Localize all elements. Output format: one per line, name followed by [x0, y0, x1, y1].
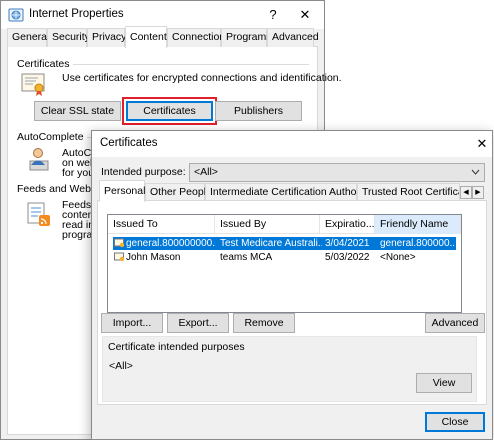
autocomplete-line-2: on web: [62, 158, 92, 168]
column-expiration[interactable]: Expiratio...: [320, 215, 375, 234]
autocomplete-group-label: AutoComplete: [17, 131, 87, 143]
table-row[interactable]: general.800000000... Test Medicare Austr…: [113, 237, 456, 250]
cell-expiration: 5/03/2022: [325, 252, 370, 263]
cell-issued-to: general.800000000...: [126, 238, 216, 249]
intended-purpose-label: Intended purpose:: [101, 166, 186, 178]
tab-connections[interactable]: Connections: [167, 28, 230, 47]
autocomplete-line-3: for you: [62, 168, 92, 178]
cell-expiration: 3/04/2021: [325, 238, 370, 249]
tab-security[interactable]: Security: [47, 28, 90, 47]
tab-content[interactable]: Content: [125, 26, 167, 48]
feeds-rss-icon: [27, 202, 50, 226]
intended-purposes-group: Certificate intended purposes <All> View: [102, 336, 477, 402]
view-button[interactable]: View: [416, 373, 472, 393]
remove-button[interactable]: Remove: [233, 313, 295, 333]
tab-advanced[interactable]: Advanced: [267, 28, 319, 47]
certificates-dialog: Certificates ✕ Intended purpose: <All> P…: [91, 130, 493, 440]
certificates-description: Use certificates for encrypted connectio…: [62, 72, 342, 84]
advanced-button[interactable]: Advanced: [425, 313, 485, 333]
intended-purpose-dropdown[interactable]: <All>: [189, 163, 485, 182]
cell-issued-by: Test Medicare Australi...: [220, 238, 322, 249]
cell-friendly-name: general.800000...: [380, 238, 454, 249]
tab-scroll-left-icon[interactable]: ◀: [460, 186, 472, 199]
publishers-button[interactable]: Publishers: [215, 101, 302, 121]
certificate-list-header: Issued To Issued By Expiratio... Friendl…: [108, 215, 461, 234]
feeds-line-3: read in: [62, 220, 92, 230]
clear-ssl-state-button[interactable]: Clear SSL state: [34, 101, 121, 121]
feeds-line-4: progra: [62, 230, 92, 240]
tab-programs[interactable]: Programs: [221, 28, 272, 47]
help-button[interactable]: ?: [261, 4, 285, 26]
certificates-group-label: Certificates: [17, 58, 73, 70]
tab-scroll-right-icon[interactable]: ▶: [472, 186, 484, 199]
internet-options-icon: [8, 8, 24, 22]
export-button[interactable]: Export...: [167, 313, 229, 333]
intended-purpose-value: <All>: [194, 166, 218, 178]
internet-properties-titlebar[interactable]: Internet Properties ? ✕: [1, 1, 324, 29]
certificate-list[interactable]: Issued To Issued By Expiratio... Friendl…: [107, 214, 462, 313]
import-button[interactable]: Import...: [101, 313, 163, 333]
certificates-dialog-title: Certificates: [100, 137, 158, 149]
intended-purposes-label: Certificate intended purposes: [108, 341, 245, 353]
cell-friendly-name: <None>: [380, 252, 416, 263]
certificate-small-icon: [114, 252, 125, 262]
feeds-line-2: content: [62, 210, 92, 220]
cell-issued-by: teams MCA: [220, 252, 273, 263]
column-issued-to[interactable]: Issued To: [108, 215, 215, 234]
column-issued-by[interactable]: Issued By: [215, 215, 320, 234]
autocomplete-line-1: AutoCo: [62, 148, 92, 158]
cell-issued-to: John Mason: [126, 252, 181, 263]
tab-general[interactable]: General: [7, 28, 49, 47]
internet-properties-title: Internet Properties: [29, 8, 124, 20]
tab-personal[interactable]: Personal: [99, 180, 145, 202]
feeds-line-1: Feeds a: [62, 200, 92, 210]
chevron-down-icon: [471, 169, 480, 175]
certificates-group-line: [61, 64, 309, 65]
tab-privacy[interactable]: Privacy: [87, 28, 126, 47]
certificate-small-icon: [114, 238, 125, 248]
autocomplete-person-icon: [29, 148, 49, 171]
intended-purposes-value: <All>: [109, 360, 133, 372]
certificates-button[interactable]: Certificates: [122, 97, 217, 125]
certificate-icon: [21, 73, 45, 96]
table-row[interactable]: John Mason teams MCA 5/03/2022 <None>: [113, 251, 456, 264]
close-icon[interactable]: ✕: [470, 133, 494, 155]
certificates-titlebar[interactable]: Certificates ✕: [92, 131, 492, 157]
close-button[interactable]: Close: [425, 412, 485, 432]
close-icon[interactable]: ✕: [293, 4, 317, 26]
column-friendly-name[interactable]: Friendly Name: [375, 215, 461, 234]
